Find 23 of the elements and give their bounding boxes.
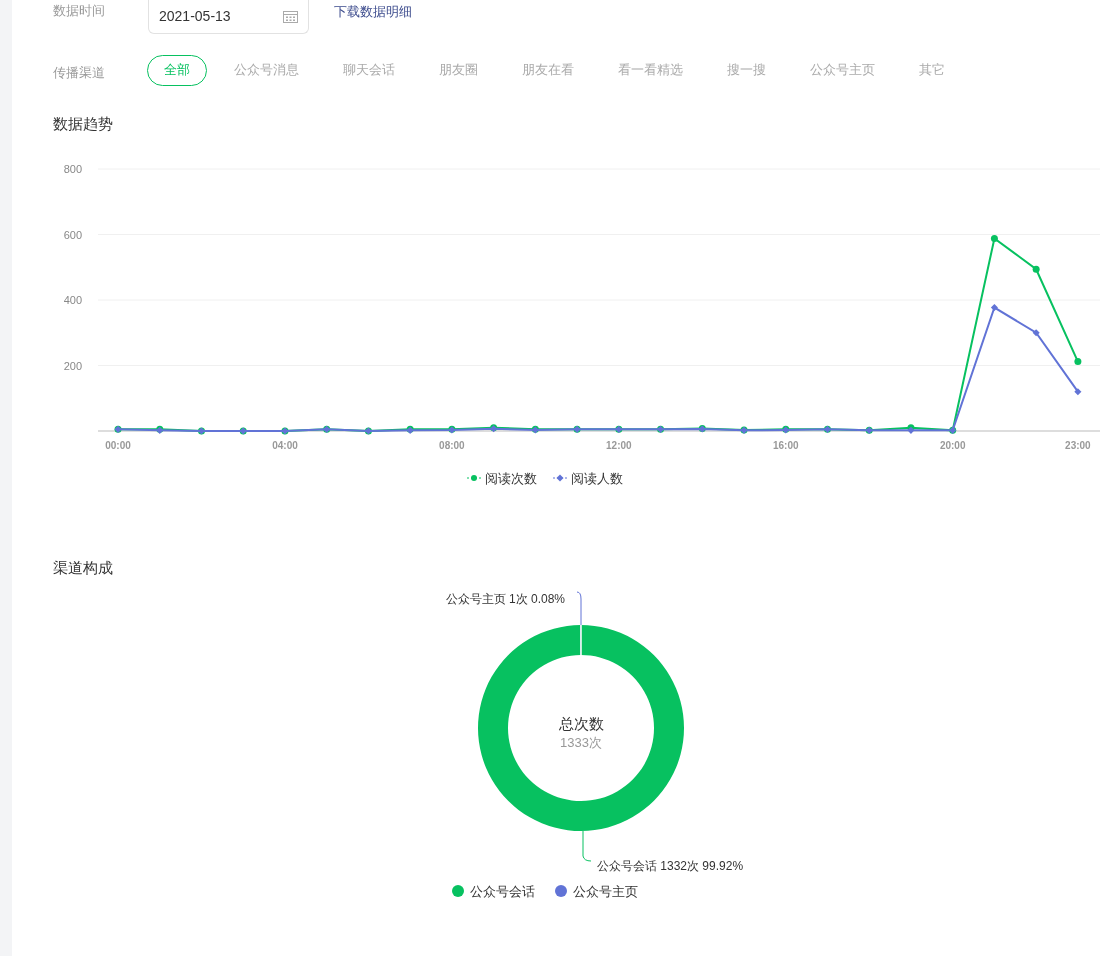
x-tick-label: 23:00 xyxy=(1065,439,1091,451)
legend-label: 公众号会话 xyxy=(469,882,535,901)
x-tick-label: 12:00 xyxy=(606,439,632,451)
x-tick-label: 16:00 xyxy=(772,439,799,451)
section-title: 数据趋势 xyxy=(53,114,114,134)
x-tick-label: 00:00 xyxy=(105,439,131,451)
slice-label: 公众号会话 1332次 99.92% xyxy=(597,857,744,875)
center-title: 总次数 xyxy=(558,713,604,734)
x-tick-label: 04:00 xyxy=(272,439,298,451)
legend-label: 阅读人数 xyxy=(571,469,623,488)
y-tick-label: 600 xyxy=(63,228,82,240)
legend-label: 阅读次数 xyxy=(485,469,537,488)
center-value: 1333次 xyxy=(560,733,602,752)
slice-label: 公众号主页 1次 0.08% xyxy=(445,590,565,608)
y-tick-label: 400 xyxy=(63,293,82,306)
filter-label: 数据时间 xyxy=(53,2,106,21)
y-tick-label: 800 xyxy=(63,162,82,175)
legend-label: 公众号主页 xyxy=(572,882,638,901)
x-tick-label: 20:00 xyxy=(939,439,966,451)
y-tick-label: 200 xyxy=(63,359,82,371)
filter-label: 传播渠道 xyxy=(53,64,106,83)
section-title: 渠道构成 xyxy=(53,558,114,578)
x-tick-label: 08:00 xyxy=(439,439,465,451)
